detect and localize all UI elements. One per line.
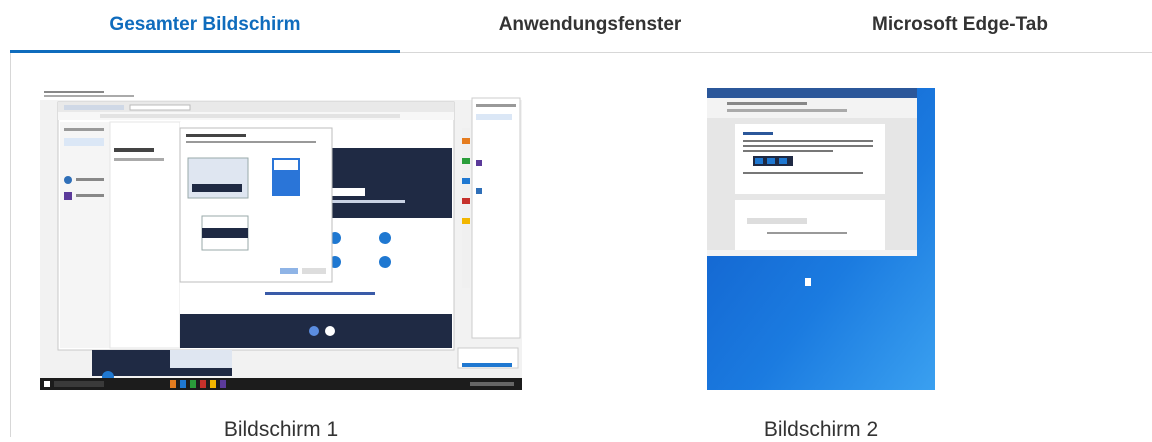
active-tab-indicator	[10, 50, 400, 53]
source-tabs: Gesamter Bildschirm Anwendungsfenster Mi…	[0, 0, 1152, 56]
screen-1-thumbnail[interactable]	[40, 88, 522, 390]
tab-application-window[interactable]: Anwendungsfenster	[410, 0, 770, 50]
tab-entire-screen[interactable]: Gesamter Bildschirm	[10, 0, 400, 50]
tab-edge-tab[interactable]: Microsoft Edge-Tab	[780, 0, 1140, 50]
screen-2-preview	[707, 88, 935, 390]
panel-left-border	[10, 53, 11, 437]
screen-2-thumbnail[interactable]	[707, 88, 935, 390]
screen-1-preview	[40, 88, 522, 390]
screen-1-label: Bildschirm 1	[223, 418, 339, 441]
screen-2-label: Bildschirm 2	[763, 418, 879, 441]
